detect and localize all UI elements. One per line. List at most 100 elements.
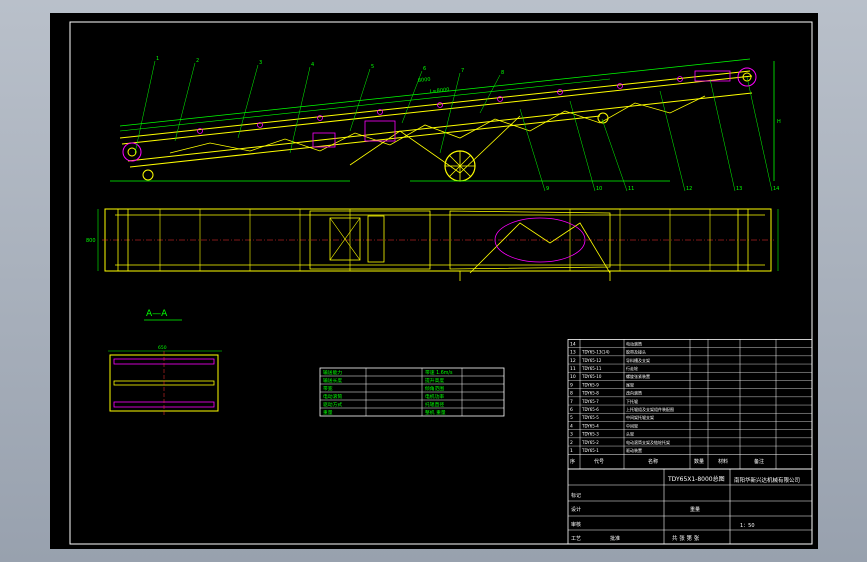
part-code: TDY65-1: [581, 448, 599, 453]
drawing-title: TDY65X1-8000总图: [667, 475, 725, 483]
part-no: 3: [570, 432, 573, 438]
scale-value: 1：50: [740, 523, 755, 529]
tech-cell: 带速 1.6m/s: [425, 370, 453, 376]
incline-length-label: L=8000: [430, 87, 450, 95]
part-code: TDY65-5: [581, 415, 599, 420]
callout-leader-12: [659, 90, 686, 192]
part-code: TDY65-3: [581, 432, 599, 437]
parts-header-qty: 数量: [694, 458, 704, 465]
drawing-sheet[interactable]: 1 2 3 4 5 6 7 8 9 10 11 12 13 14 8000 L=8000 H: [50, 13, 818, 549]
design-label: 设计: [571, 506, 581, 513]
callout-leader-8: [479, 74, 501, 114]
section-view: A—A 650: [108, 309, 222, 415]
part-name: 驱动装置: [626, 447, 642, 453]
part-code: TDY65-4: [581, 423, 599, 428]
part-no: 9: [570, 382, 573, 388]
side-elevation-view: [110, 58, 775, 182]
plan-width-label: 800: [86, 238, 96, 244]
part-name: 导料槽及支架: [626, 357, 650, 363]
callout-label-12: 12: [686, 186, 692, 192]
part-name: 电动滚筒: [626, 340, 642, 346]
callout-label-10: 10: [596, 186, 602, 192]
tech-cell: 整机 重量: [425, 409, 446, 416]
tech-parameter-table: 输送能力 带速 1.6m/s 输送长度 提升高度带宽 倾角范围电动滚筒 电机功率驱动方式 托…: [319, 367, 505, 417]
callout-leader-7: [439, 72, 461, 154]
part-no: 1: [570, 448, 573, 454]
tech-cell: 倾角范围: [425, 385, 444, 392]
part-code: TDY65-6: [581, 407, 599, 412]
tech-cell: 重量: [323, 409, 333, 416]
tech-cell: 输送能力: [323, 369, 342, 376]
part-code: TDY65-12: [581, 358, 602, 363]
tech-cell: 电动滚筒: [323, 393, 342, 400]
plan-view: 800: [86, 208, 779, 281]
callout-label-14: 14: [773, 186, 779, 192]
parts-header-name: 名称: [648, 458, 658, 465]
outer-frame: [69, 21, 813, 545]
part-name: 下托辊: [626, 398, 638, 404]
part-name: 电动滚筒支架及链轮托架: [626, 439, 670, 445]
tech-cell: 驱动方式: [323, 401, 342, 408]
part-no: 14: [570, 341, 576, 347]
callout-label-1: 1: [156, 56, 159, 62]
support-brace: [469, 222, 611, 274]
callout-label-4: 4: [311, 62, 314, 68]
parts-header-note: 备注: [754, 458, 764, 465]
parts-header-seq: 序: [570, 458, 575, 465]
part-no: 8: [570, 391, 573, 397]
cad-viewport[interactable]: 1 2 3 4 5 6 7 8 9 10 11 12 13 14 8000 L=8000 H: [0, 0, 867, 562]
part-name: 胶带及接头: [626, 349, 646, 355]
part-no: 4: [570, 423, 573, 429]
part-no: 2: [570, 440, 573, 446]
tail-wheel: [142, 169, 154, 181]
part-no: 11: [570, 366, 576, 372]
part-no: 6: [570, 407, 573, 413]
tech-cell: 托辊直径: [425, 401, 444, 408]
parts-list-table: 14 电动滚筒13 TDY65-13(14) 胶带及接头12 TDY65-12 导料槽及支…: [567, 339, 813, 470]
part-code: TDY65-13(14): [581, 350, 610, 355]
callout-label-2: 2: [196, 58, 199, 64]
part-name: 中间架: [626, 422, 638, 428]
part-code: TDY65-11: [581, 366, 602, 371]
height-label: H: [777, 119, 781, 125]
part-no: 5: [570, 415, 573, 421]
part-no: 7: [570, 399, 573, 405]
callout-label-7: 7: [461, 68, 464, 74]
callout-leader-14: [746, 76, 773, 192]
part-name: 螺旋张紧装置: [626, 373, 650, 379]
craft-label: 工艺: [571, 536, 581, 542]
callout-label-13: 13: [736, 186, 742, 192]
idler-set: [197, 76, 683, 134]
sheet-info: 共 张 第 张: [672, 534, 700, 542]
callout-leader-10: [569, 100, 596, 192]
callout-leader-4: [289, 66, 311, 154]
company-name: 南阳华新兴达机械有限公司: [734, 476, 800, 484]
weight-label: 重量: [690, 506, 700, 513]
part-no: 12: [570, 358, 576, 364]
callout-label-8: 8: [501, 70, 504, 76]
part-name: 改向滚筒: [626, 390, 642, 396]
tail-pulley: [122, 142, 142, 162]
title-block: TDY65X1-8000总图 南阳华新兴达机械有限公司 设计 审核 工艺 批准 …: [567, 468, 813, 545]
callout-leader-9: [519, 108, 546, 192]
motor-block: [367, 215, 385, 263]
part-code: TDY65-10: [581, 374, 602, 379]
tech-cell: 电机功率: [425, 393, 444, 400]
section-title: A—A: [146, 309, 168, 319]
overall-length-label: 8000: [418, 77, 431, 84]
tech-cell: 提升高度: [425, 377, 444, 384]
callout-leader-2: [174, 62, 196, 142]
mark-label: 标记: [571, 492, 581, 499]
part-name: 行走轮: [626, 365, 638, 371]
approve-label: 批准: [610, 535, 620, 542]
callout-leaders: 1 2 3 4 5 6 7 89 10 11 12 13 14: [134, 56, 779, 192]
part-code: TDY65-7: [581, 399, 599, 404]
callout-label-9: 9: [546, 186, 549, 192]
parts-header-code: 代号: [594, 458, 604, 465]
callout-label-3: 3: [259, 60, 262, 66]
callout-leader-3: [237, 64, 259, 139]
part-name: 上托辊组及支架组件装配图: [626, 406, 674, 412]
part-name: 头架: [626, 431, 634, 437]
callout-leader-1: [134, 60, 156, 154]
part-name: 尾架: [626, 381, 634, 387]
